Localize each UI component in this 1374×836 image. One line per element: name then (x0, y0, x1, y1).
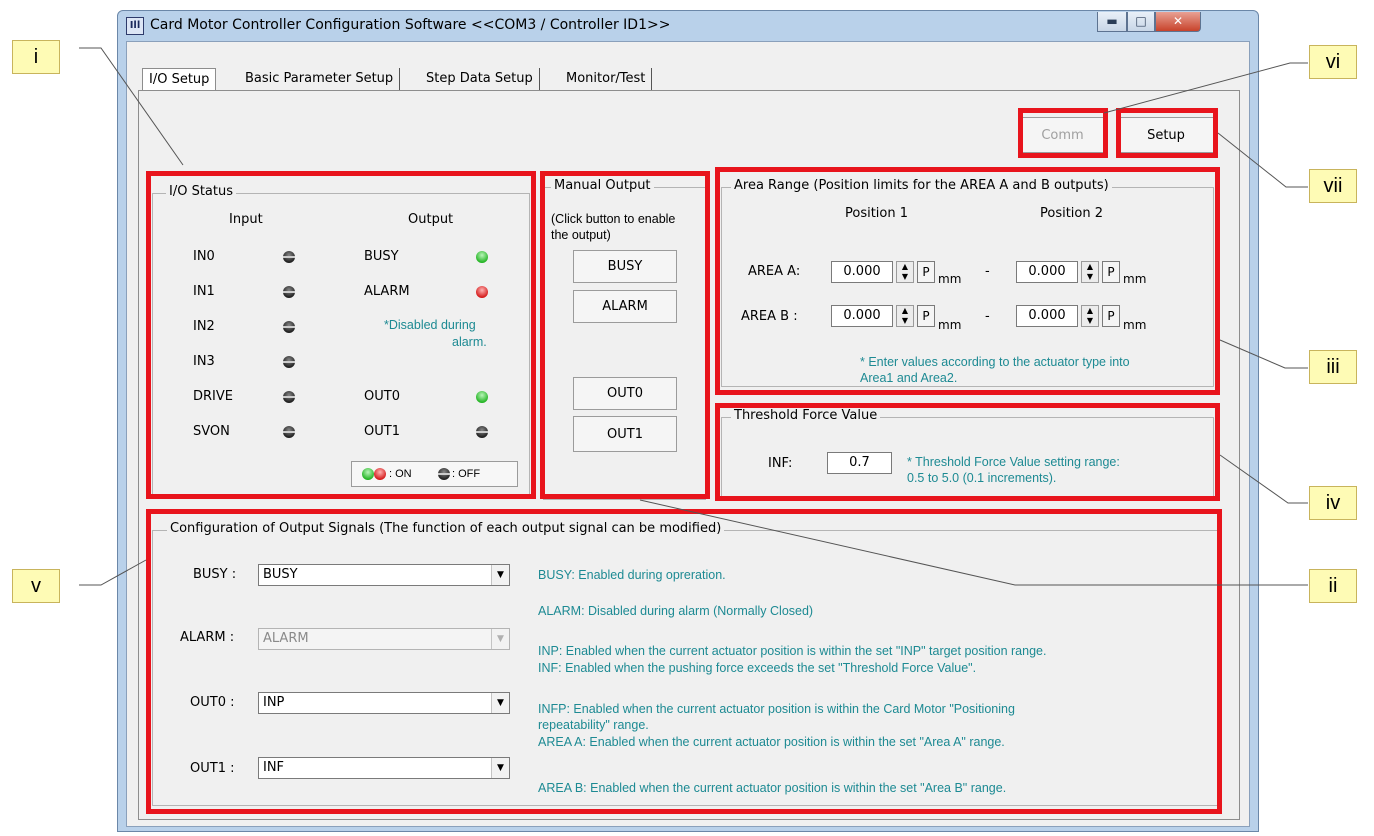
callout-i: i (12, 40, 60, 74)
callout-v: v (12, 569, 60, 603)
callout-ii: ii (1309, 569, 1357, 603)
leader-vi (1103, 62, 1308, 114)
leader-v (79, 559, 147, 586)
callout-iii: iii (1309, 350, 1357, 384)
leader-vii (1217, 132, 1308, 188)
leader-iii (1219, 339, 1308, 369)
leader-iv (1219, 454, 1308, 504)
callout-leader-lines (79, 47, 1308, 586)
callout-vii: vii (1309, 169, 1357, 203)
leader-ii (639, 499, 1308, 586)
leader-i (79, 47, 184, 166)
callout-vi: vi (1309, 45, 1357, 79)
callout-iv: iv (1309, 486, 1357, 520)
